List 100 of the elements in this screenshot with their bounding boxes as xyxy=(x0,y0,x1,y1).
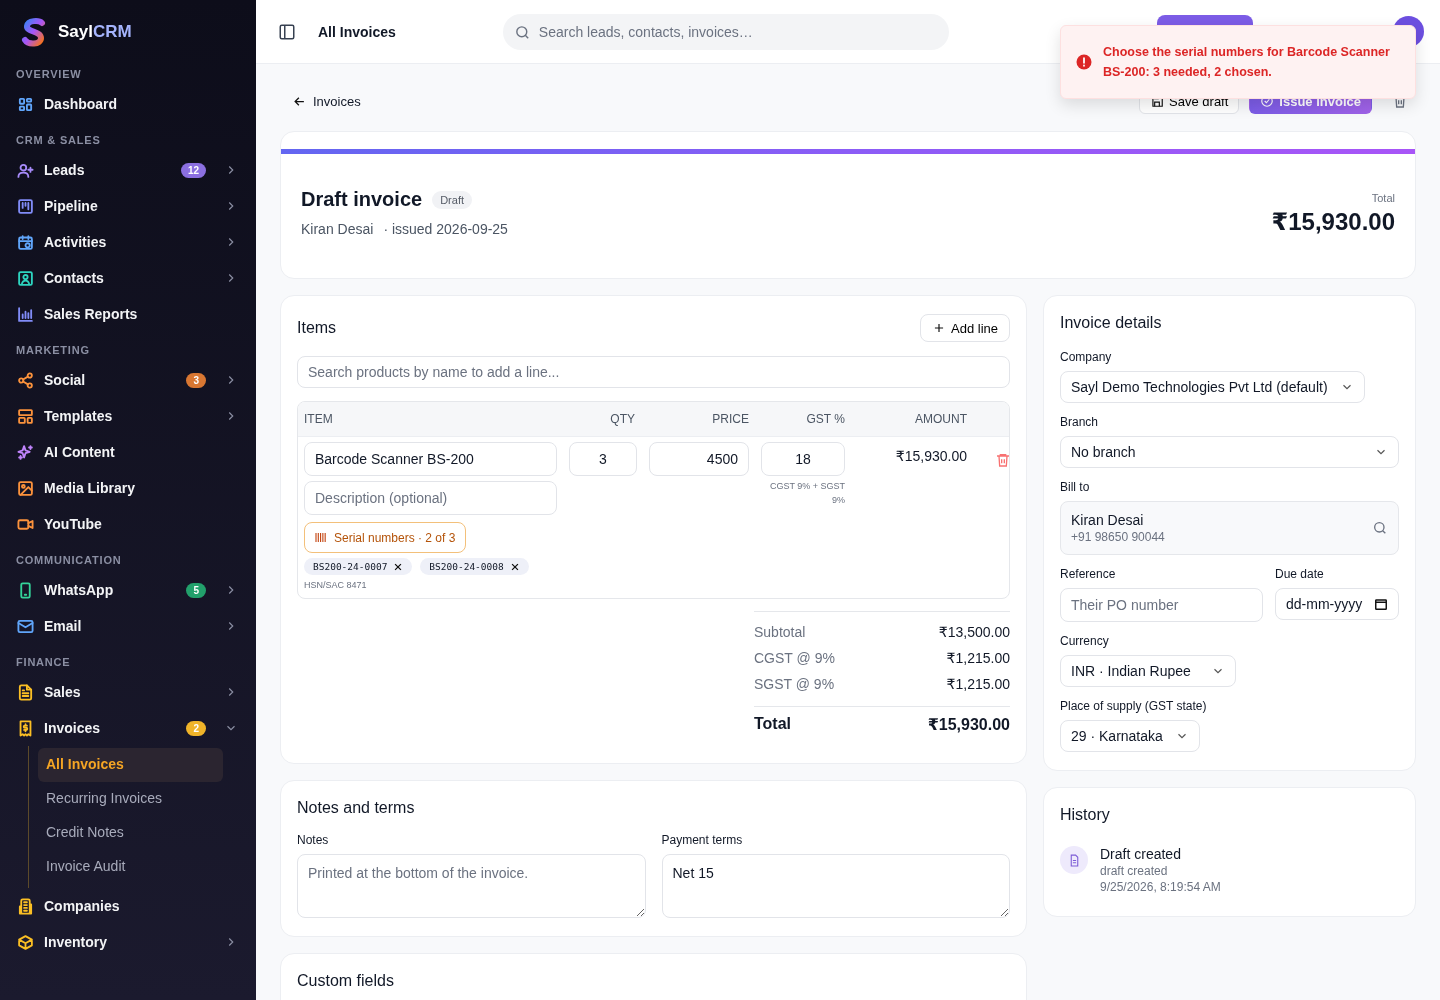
column-header: AMOUNT xyxy=(914,412,967,426)
count-badge: 2 xyxy=(186,720,206,736)
total-value: ₹15,930.00 xyxy=(927,715,1010,735)
total-label: SGST @ 9% xyxy=(754,676,835,694)
sub-nav-item[interactable]: Recurring Invoices xyxy=(38,782,223,816)
count-badge: 3 xyxy=(186,372,206,388)
total-value: ₹1,215.00 xyxy=(946,676,1010,694)
nav-item[interactable]: Leads 12 xyxy=(0,152,256,188)
field-label: Currency xyxy=(1060,634,1110,648)
currency-select[interactable]: INR · Indian Rupee xyxy=(1060,655,1236,687)
field-label: Notes xyxy=(297,833,330,847)
section-heading: CRM & SALES xyxy=(15,133,102,148)
document-icon xyxy=(1060,846,1088,874)
card-title: Custom fields xyxy=(297,972,395,990)
column-header: QTY xyxy=(609,412,636,426)
due-date-field[interactable]: dd-mm-yyyy xyxy=(1275,588,1400,620)
nav-item[interactable]: WhatsApp 5 xyxy=(0,572,256,608)
nav-item[interactable]: Sales Reports xyxy=(0,296,256,332)
total-value: ₹1,215.00 xyxy=(946,650,1010,668)
contact-name: Kiran Desai xyxy=(1071,512,1145,528)
search-icon xyxy=(513,23,531,41)
add-line-button[interactable]: Add line xyxy=(920,314,1010,342)
contact-phone: +91 98650 90044 xyxy=(1071,530,1165,544)
item-name-field[interactable]: Barcode Scanner BS-200 xyxy=(304,442,557,476)
nav-item[interactable]: Invoices 2 xyxy=(0,710,256,746)
event-title: Draft created xyxy=(1100,846,1182,862)
error-message: Choose the serial numbers for Barcode Scanner BS-200: 3 needed, 2 chosen. xyxy=(1103,44,1391,81)
serial-number: BS200-24-0007 xyxy=(313,561,388,572)
event-detail: draft created xyxy=(1100,864,1169,878)
field-label: Branch xyxy=(1060,415,1100,429)
company-select[interactable]: Sayl Demo Technologies Pvt Ltd (default) xyxy=(1060,371,1365,403)
payment-terms-field[interactable]: Net 15 xyxy=(661,854,1010,918)
nav-item[interactable]: Social 3 xyxy=(0,362,256,398)
count-badge: 5 xyxy=(186,582,206,598)
nav-item[interactable]: YouTube xyxy=(0,506,256,542)
column-header: PRICE xyxy=(711,412,749,426)
nav-item[interactable]: Pipeline xyxy=(0,188,256,224)
nav-item[interactable]: Inventory xyxy=(0,924,256,960)
notes-field[interactable]: Printed at the bottom of the invoice. xyxy=(297,854,646,918)
nav-item[interactable]: Media Library xyxy=(0,470,256,506)
nav-item[interactable]: Email xyxy=(0,608,256,644)
brand-name: SaylCRM xyxy=(58,22,132,42)
column-header: GST % xyxy=(805,412,845,426)
nav-item[interactable]: Dashboard xyxy=(0,86,256,122)
total-label: Total xyxy=(754,715,792,734)
card-title: Notes and terms xyxy=(297,799,416,817)
nav-item[interactable]: Activities xyxy=(0,224,256,260)
total-amount: ₹15,930.00 xyxy=(1271,208,1395,236)
sub-nav-item[interactable]: Credit Notes xyxy=(38,816,223,850)
gst-rate-field[interactable]: 18 xyxy=(761,442,845,476)
section-heading: OVERVIEW xyxy=(15,67,83,82)
nav-item[interactable]: Contacts xyxy=(0,260,256,296)
state-select[interactable]: 29 · Karnataka xyxy=(1060,720,1200,752)
alert-icon xyxy=(1075,53,1093,71)
serial-numbers-button[interactable]: Serial numbers · 2 of 3 xyxy=(304,522,467,553)
nav-item[interactable]: Companies xyxy=(0,888,256,924)
plus-icon xyxy=(932,321,946,335)
section-heading: FINANCE xyxy=(15,655,72,670)
description-field[interactable]: Description (optional) xyxy=(304,481,557,515)
back-link[interactable]: Invoices xyxy=(280,93,361,109)
barcode-icon xyxy=(315,532,328,543)
card-title: History xyxy=(1060,806,1111,824)
trash-icon[interactable] xyxy=(995,452,1009,468)
count-badge: 12 xyxy=(180,162,206,178)
price-field[interactable]: 4500 xyxy=(649,442,749,476)
hsn-code: HSN/SAC 8471 xyxy=(304,580,367,590)
nav-item[interactable]: AI Content xyxy=(0,434,256,470)
section-heading: COMMUNICATION xyxy=(15,553,123,568)
sidebar-toggle-icon[interactable] xyxy=(278,22,296,41)
total-label: CGST @ 9% xyxy=(754,650,835,668)
line-amount: ₹15,930.00 xyxy=(894,447,967,464)
bill-to-field[interactable]: Kiran Desai +91 98650 90044 xyxy=(1060,501,1399,555)
reference-field[interactable]: Their PO number xyxy=(1060,588,1263,622)
branch-select[interactable]: No branch xyxy=(1060,436,1399,468)
serial-number: BS200-24-0008 xyxy=(429,561,504,572)
event-time: 9/25/2026, 8:19:54 AM xyxy=(1100,880,1221,894)
nav-item[interactable]: Templates xyxy=(0,398,256,434)
search-icon xyxy=(1372,520,1388,536)
field-label: Bill to xyxy=(1060,480,1091,494)
remove-icon[interactable] xyxy=(509,561,520,572)
gst-split-note: CGST 9% + SGST 9% xyxy=(768,480,845,507)
total-label: Subtotal xyxy=(754,624,806,642)
column-header: ITEM xyxy=(304,412,334,426)
search-field[interactable]: Search leads, contacts, invoices… xyxy=(502,13,949,50)
sub-nav-item[interactable]: Invoice Audit xyxy=(38,850,223,884)
remove-icon[interactable] xyxy=(393,561,404,572)
field-label: Due date xyxy=(1275,567,1325,581)
card-title: Items xyxy=(297,319,337,337)
total-label: Total xyxy=(1371,192,1395,204)
calendar-icon xyxy=(1374,597,1389,611)
field-label: Payment terms xyxy=(661,833,744,847)
quantity-field[interactable]: 3 xyxy=(569,442,637,476)
card-title: Invoice details xyxy=(1060,314,1163,332)
status-badge: Draft xyxy=(432,190,472,209)
product-search-field[interactable]: Search products by name to add a line... xyxy=(297,356,1010,388)
invoice-title: Draft invoice xyxy=(301,188,423,211)
total-value: ₹13,500.00 xyxy=(938,624,1010,642)
customer-name: Kiran Desai xyxy=(301,221,374,237)
sub-nav-item[interactable]: All Invoices xyxy=(38,748,223,782)
nav-item[interactable]: Sales xyxy=(0,674,256,710)
